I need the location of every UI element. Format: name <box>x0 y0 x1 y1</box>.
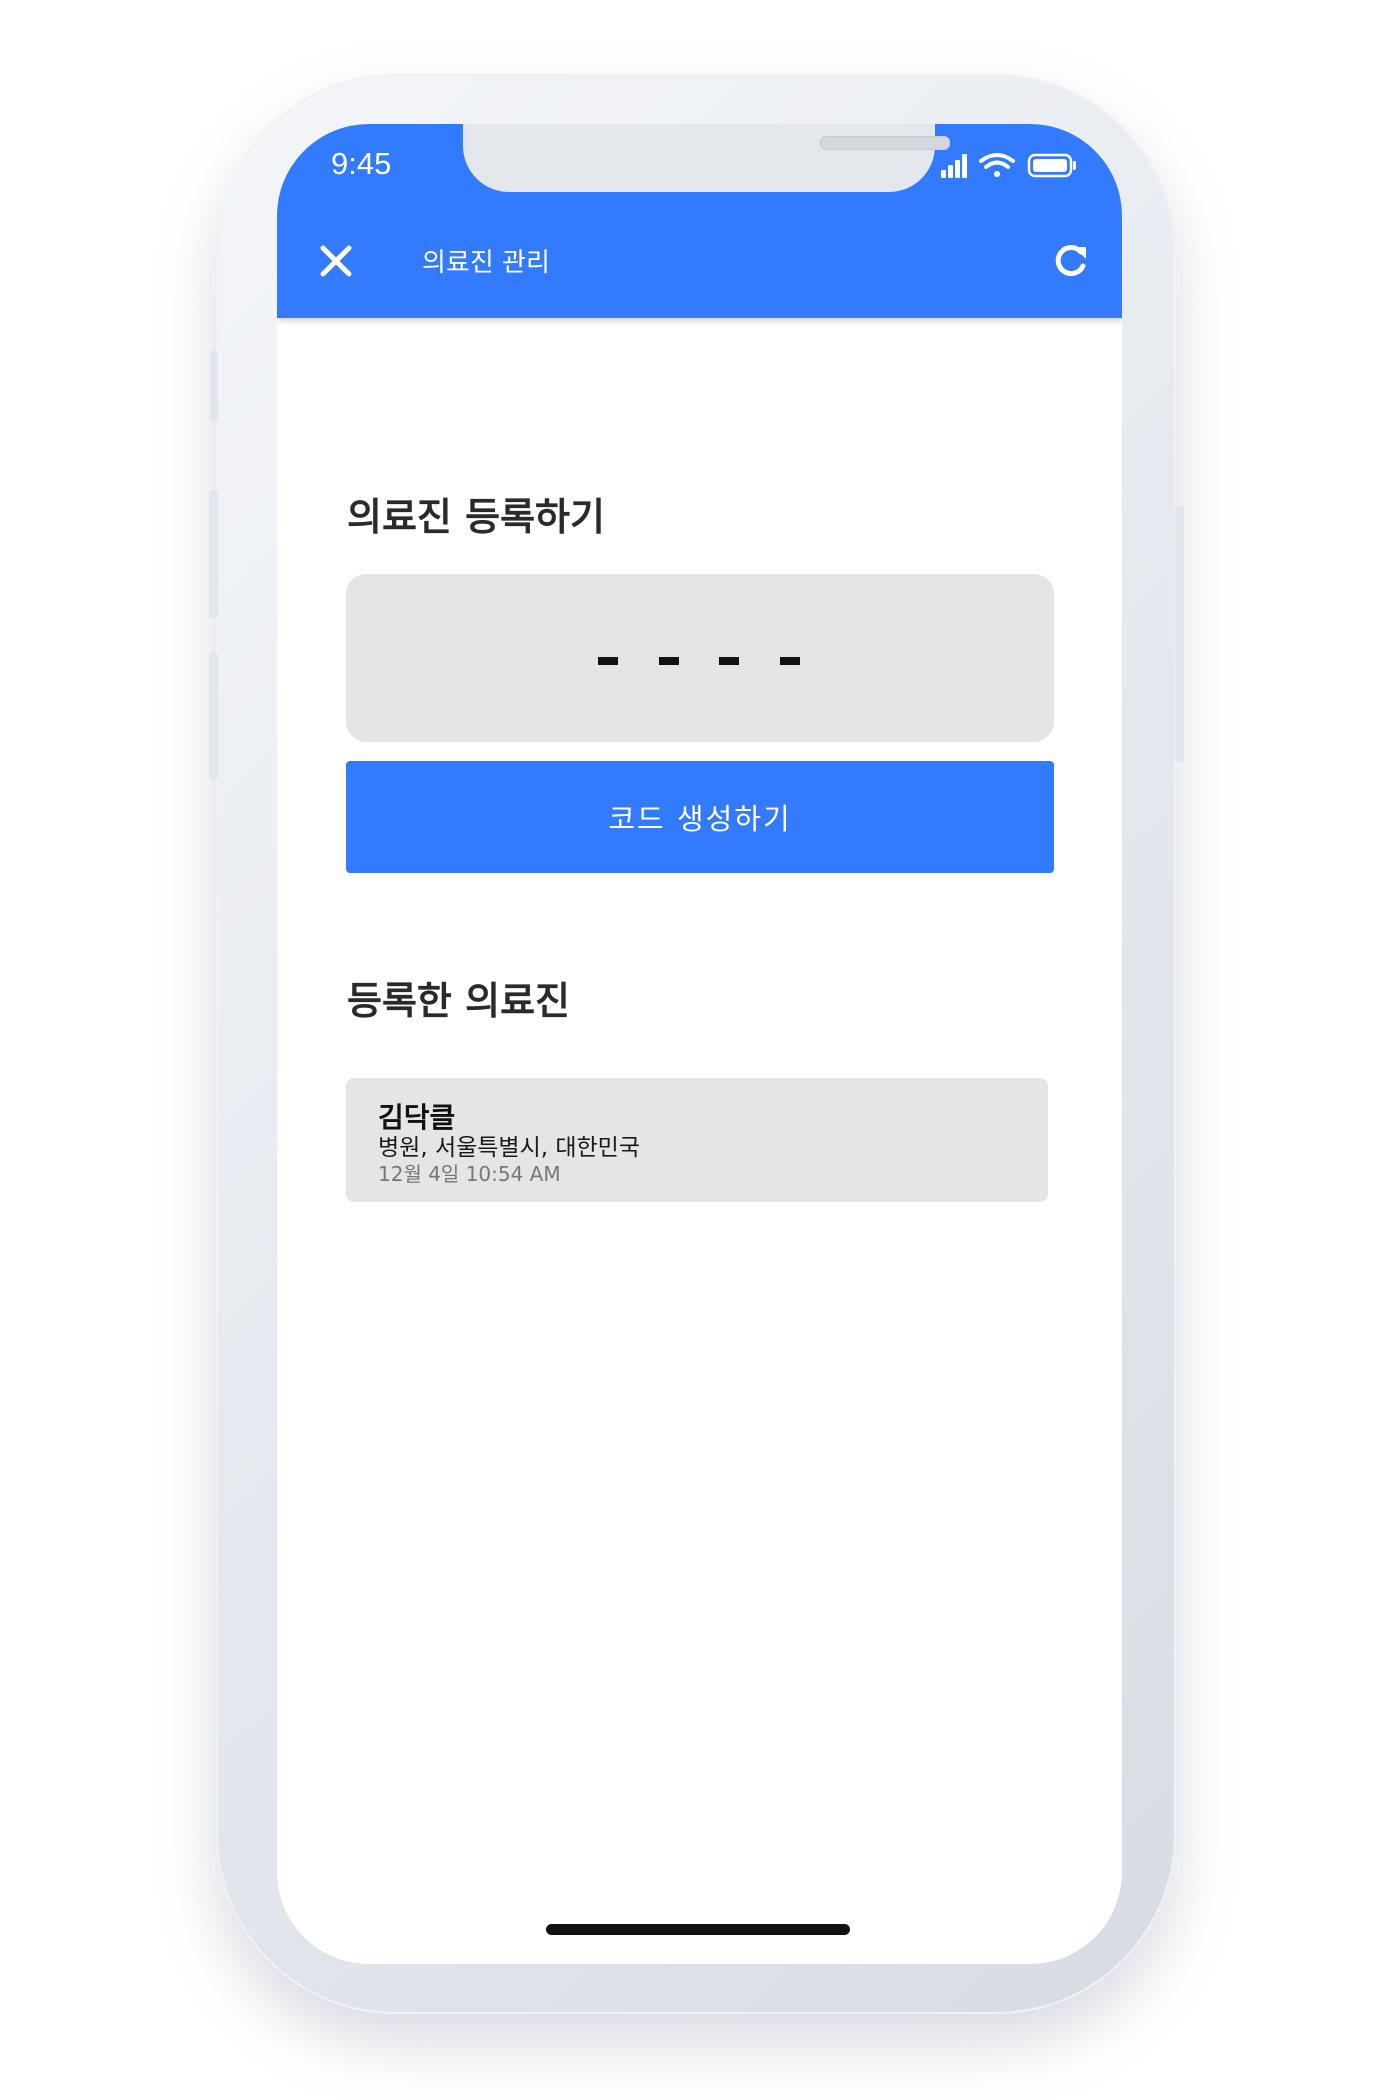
close-icon <box>320 245 352 277</box>
close-button[interactable] <box>311 236 361 286</box>
code-digit-placeholder <box>719 657 739 665</box>
code-digit-placeholder <box>598 657 618 665</box>
status-icons <box>941 153 1076 178</box>
phone-notch <box>463 124 950 192</box>
refresh-icon <box>1055 245 1086 277</box>
code-digit-placeholder <box>780 657 800 665</box>
page-title: 의료진 관리 <box>422 248 550 278</box>
phone-volume-down-button <box>209 652 218 780</box>
registered-section-title: 등록한 의료진 <box>347 979 570 1023</box>
register-section-title: 의료진 등록하기 <box>347 495 605 539</box>
generate-code-button[interactable]: 코드 생성하기 <box>346 761 1054 873</box>
doctor-list-item[interactable]: 김닥클 병원, 서울특별시, 대한민국 12월 4일 10:54 AM <box>346 1078 1048 1202</box>
home-indicator[interactable] <box>546 1924 850 1935</box>
code-display <box>346 574 1054 742</box>
phone-screen: 9:45 의료진 관리 의료진 등록하기 코드 생성하기 등록한 의료진 김닥클… <box>277 124 1122 1964</box>
phone-mute-switch <box>210 350 218 422</box>
wifi-icon <box>979 153 1015 177</box>
phone-volume-up-button <box>209 490 218 618</box>
cellular-signal-icon <box>941 154 967 178</box>
code-digit-placeholder <box>659 657 679 665</box>
doctor-registered-time: 12월 4일 10:54 AM <box>378 1162 561 1186</box>
refresh-button[interactable] <box>1045 236 1095 286</box>
battery-icon <box>1027 153 1076 178</box>
phone-power-button <box>1175 505 1184 763</box>
phone-speaker <box>820 136 950 150</box>
status-time: 9:45 <box>331 146 392 181</box>
doctor-location: 병원, 서울특별시, 대한민국 <box>378 1135 641 1161</box>
